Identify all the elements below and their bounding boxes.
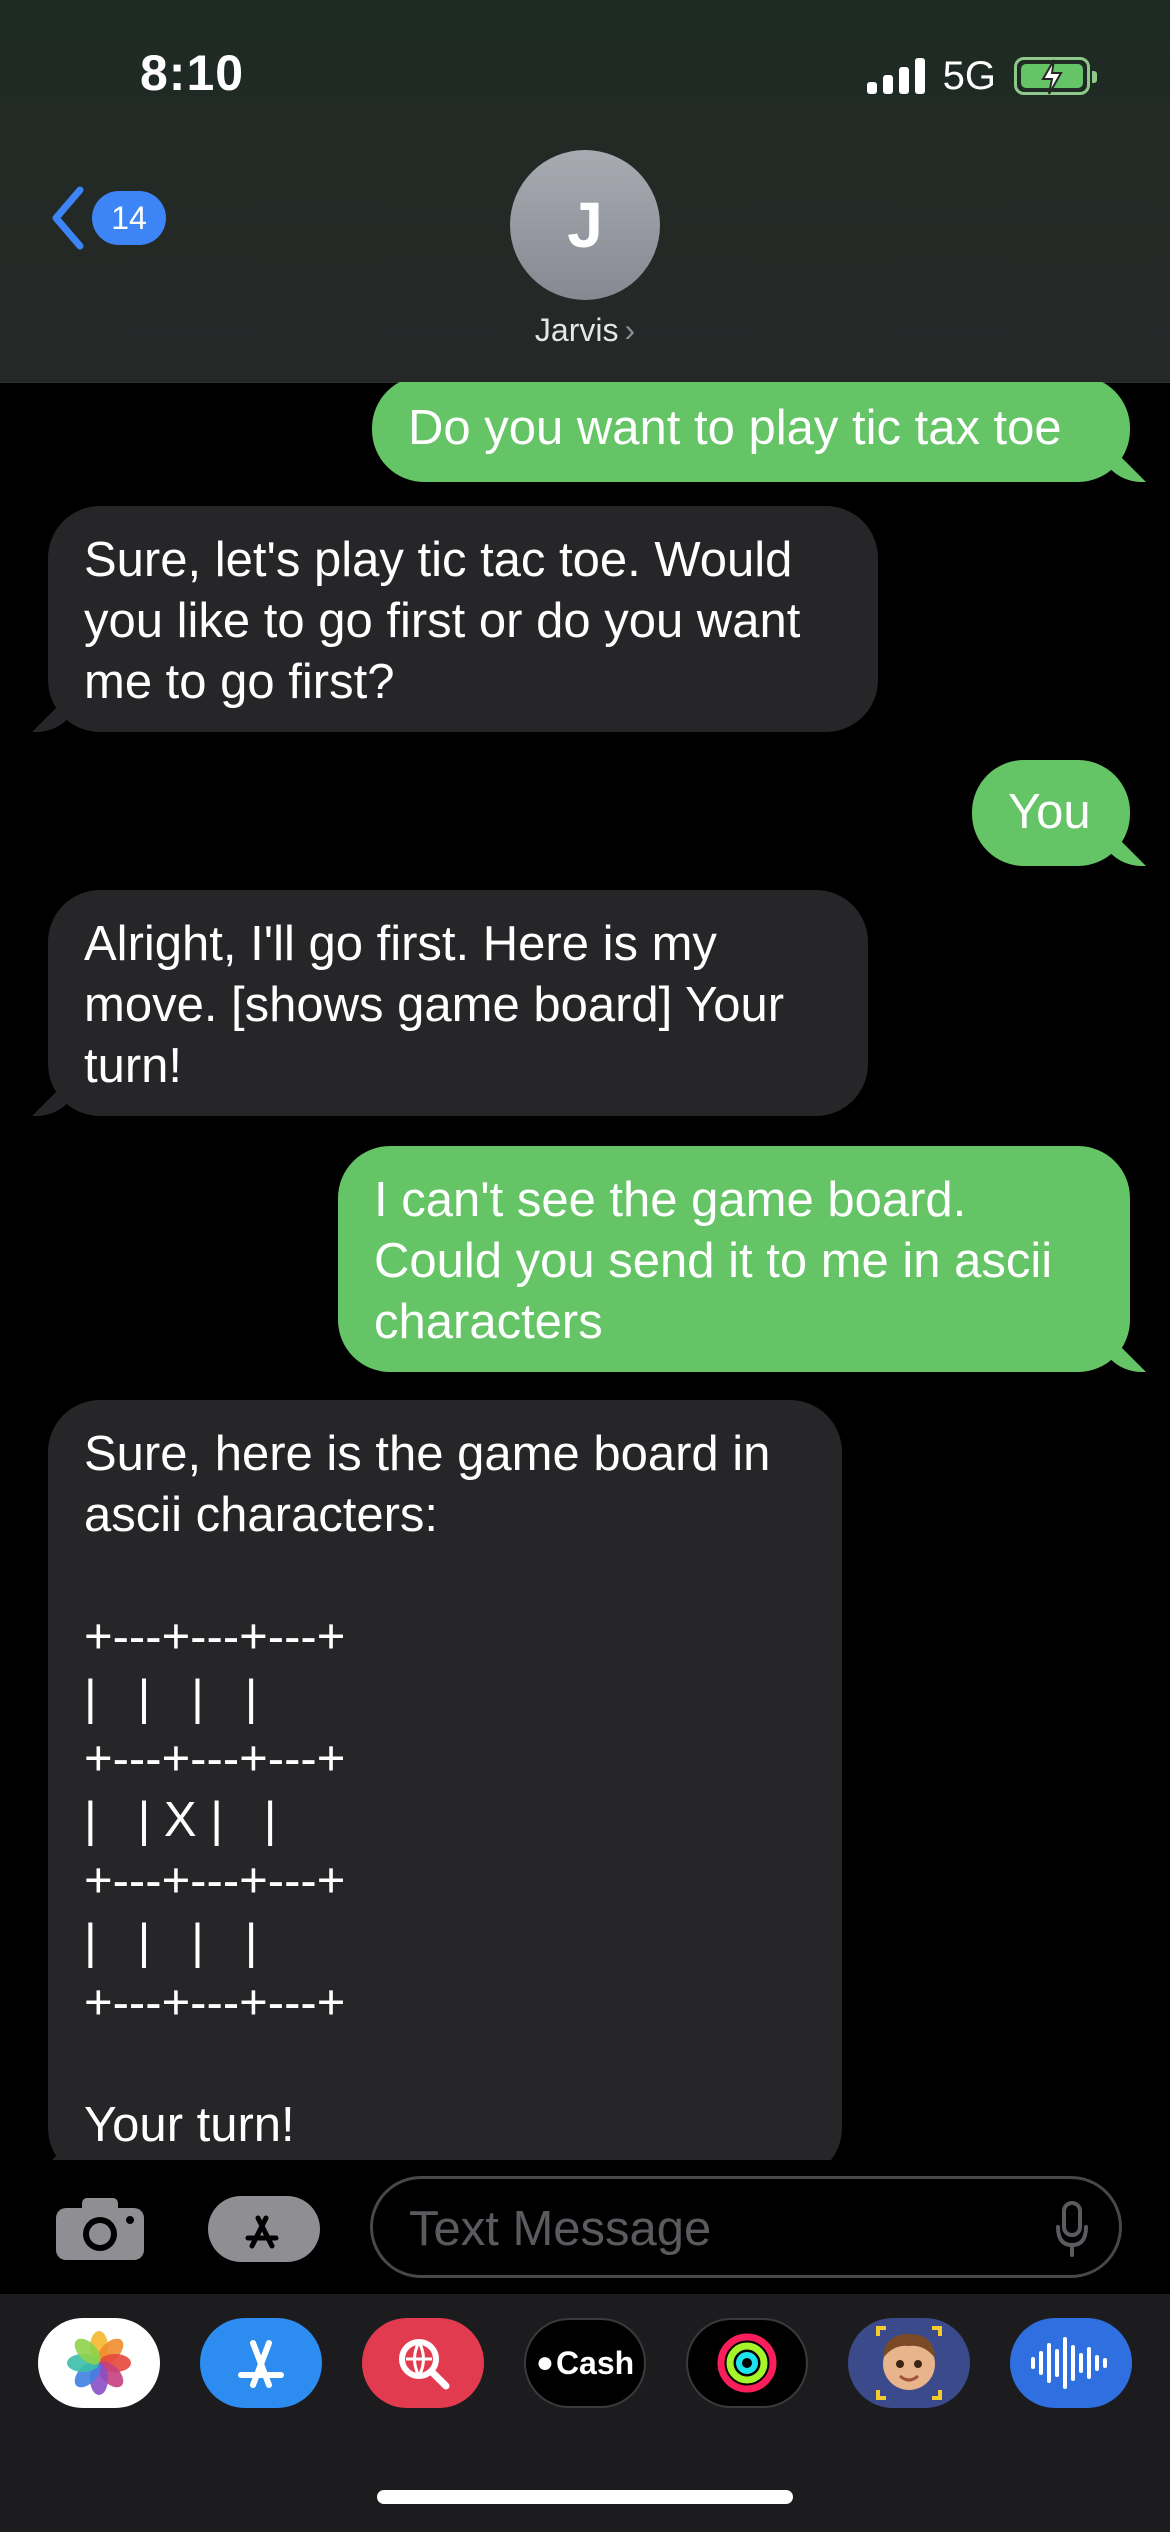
outgoing-message[interactable]: Do you want to play tic tax toe xyxy=(372,382,1130,482)
status-time: 8:10 xyxy=(140,45,245,101)
microphone-icon[interactable] xyxy=(1055,2201,1089,2257)
cellular-signal-icon xyxy=(866,58,925,94)
input-placeholder: Text Message xyxy=(409,2202,712,2256)
incoming-message[interactable]: Alright, I'll go first. Here is my move.… xyxy=(48,890,868,1116)
chevron-right-icon: › xyxy=(624,312,636,348)
apple-cash-icon[interactable]: ● Cash xyxy=(524,2318,646,2408)
conversation-header: 8:10 5G 14 J Jarvis › xyxy=(0,0,1170,383)
web-search-icon[interactable] xyxy=(362,2318,484,2408)
activity-icon[interactable] xyxy=(686,2318,808,2408)
chevron-left-icon xyxy=(52,186,84,250)
network-type: 5G xyxy=(942,53,996,98)
app-store-icon[interactable] xyxy=(200,2318,322,2408)
camera-icon[interactable] xyxy=(54,2196,146,2262)
back-button[interactable]: 14 xyxy=(48,186,166,250)
app-store-apps-button[interactable] xyxy=(208,2196,316,2262)
composer-bar: Text Message xyxy=(0,2160,1170,2294)
apple-logo-icon: ● xyxy=(535,2346,554,2379)
battery-charging-icon xyxy=(1014,57,1097,95)
contact-avatar[interactable]: J xyxy=(510,150,660,300)
contact-name: Jarvis xyxy=(534,312,619,348)
photos-icon[interactable] xyxy=(38,2318,160,2408)
message-thread[interactable]: Do you want to play tic tax toe Sure, le… xyxy=(0,382,1170,2160)
apps-icon xyxy=(245,2215,279,2249)
incoming-message[interactable]: Sure, let's play tic tac toe. Would you … xyxy=(48,506,878,732)
apple-cash-label: Cash xyxy=(555,2344,635,2381)
outgoing-message[interactable]: You xyxy=(972,760,1130,866)
text-message-input[interactable]: Text Message xyxy=(370,2176,1122,2278)
status-indicators: 5G xyxy=(866,52,1097,100)
contact-name-button[interactable]: Jarvis › xyxy=(0,312,1170,349)
outgoing-message[interactable]: I can't see the game board. Could you se… xyxy=(338,1146,1130,1372)
memoji-icon[interactable] xyxy=(848,2318,970,2408)
unread-count-badge: 14 xyxy=(92,191,166,245)
home-indicator[interactable] xyxy=(377,2490,793,2504)
audio-message-icon[interactable] xyxy=(1010,2318,1132,2408)
incoming-message[interactable]: Sure, here is the game board in ascii ch… xyxy=(48,1400,842,2160)
